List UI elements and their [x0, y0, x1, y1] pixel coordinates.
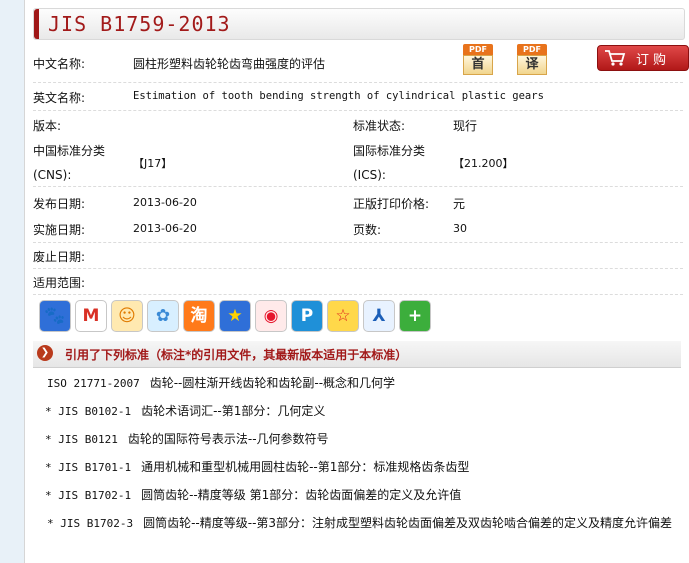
reference-item[interactable]: * JIS B1701-1 通用机械和重型机械用圆柱齿轮--第1部分：标准规格齿条… [45, 453, 685, 482]
title-bar: JIS B1759-2013 [33, 8, 685, 40]
pages-label: 页数: [353, 223, 382, 237]
weibo-icon[interactable]: ◉ [255, 300, 287, 332]
reference-title: 圆筒齿轮--精度等级 第1部分：齿轮齿面偏差的定义及允许值 [141, 488, 462, 502]
weibo-icon-glyph: ◉ [263, 306, 279, 326]
en-name-value: Estimation of tooth bending strength of … [133, 90, 544, 102]
reference-code: ISO 21771-2007 [47, 377, 140, 390]
pinterest-icon[interactable]: P [291, 300, 323, 332]
status-value: 现行 [453, 119, 478, 133]
reference-title: 齿轮--圆柱渐开线齿轮和齿轮副--概念和几何学 [149, 376, 396, 390]
cns-value: 【J17】 [133, 157, 173, 170]
ics-label: 国际标准分类 [353, 144, 426, 158]
price-value: 元 [453, 197, 466, 211]
reference-code: * JIS B0121 [45, 433, 118, 446]
pages-value: 30 [453, 222, 467, 235]
reference-title: 通用机械和重型机械用圆柱齿轮--第1部分：标准规格齿条齿型 [141, 460, 470, 474]
qzone-icon-glyph: ☺ [118, 306, 136, 326]
en-name-label: 英文名称: [33, 91, 86, 105]
title-accent [34, 9, 39, 39]
pdf-tag: PDF [463, 44, 493, 55]
reference-item[interactable]: ISO 21771-2007 齿轮--圆柱渐开线齿轮和齿轮副--概念和几何学 [47, 369, 687, 398]
more-plus-icon[interactable]: + [399, 300, 431, 332]
kaixin-icon[interactable]: ✿ [147, 300, 179, 332]
pdf-translate-button[interactable]: PDF 译 [517, 44, 547, 76]
reference-item[interactable]: * JIS B0121 齿轮的国际符号表示法--几何参数符号 [45, 425, 685, 454]
row-dates: 发布日期: 2013-06-20 正版打印价格: 元 实施日期: 2013-06… [33, 186, 683, 243]
baidu-paw-icon-glyph: 🐾 [44, 306, 66, 326]
kaixin-icon-glyph: ✿ [155, 306, 171, 326]
version-label: 版本: [33, 119, 62, 133]
pdf-translate-label: 译 [517, 55, 547, 75]
favorite-star-icon[interactable]: ★ [219, 300, 251, 332]
row-cn-name: 中文名称: 圆柱形塑料齿轮轮齿弯曲强度的评估 [33, 42, 683, 83]
implement-label: 实施日期: [33, 223, 86, 237]
reference-title: 齿轮术语词汇--第1部分：几何定义 [141, 404, 326, 418]
row-scope: 适用范围: [33, 268, 683, 295]
smiley-star-icon-glyph: ☆ [335, 306, 351, 326]
standard-title: JIS B1759-2013 [48, 12, 231, 36]
reference-title: 齿轮的国际符号表示法--几何参数符号 [127, 432, 329, 446]
cn-name-label: 中文名称: [33, 57, 86, 71]
favorite-star-icon-glyph: ★ [227, 306, 243, 326]
references-heading-bar: ❯ 引用了下列标准（标注*的引用文件，其最新版本适用于本标准） [33, 341, 681, 368]
status-label: 标准状态: [353, 119, 406, 133]
more-plus-icon-glyph: + [407, 306, 423, 326]
abolish-label: 废止日期: [33, 250, 86, 264]
reference-item[interactable]: * JIS B0102-1 齿轮术语词汇--第1部分：几何定义 [45, 397, 685, 426]
baidu-paw-icon[interactable]: 🐾 [39, 300, 71, 332]
taobao-icon[interactable]: 淘 [183, 300, 215, 332]
price-label: 正版打印价格: [353, 197, 430, 211]
smiley-star-icon[interactable]: ☆ [327, 300, 359, 332]
implement-value: 2013-06-20 [133, 222, 197, 235]
qzone-icon[interactable]: ☺ [111, 300, 143, 332]
gmail-icon-glyph: M [82, 306, 100, 326]
reference-item[interactable]: * JIS B1702-1 圆筒齿轮--精度等级 第1部分：齿轮齿面偏差的定义及允… [45, 481, 685, 510]
pdf-tag: PDF [517, 44, 547, 55]
taobao-icon-glyph: 淘 [190, 306, 208, 326]
chevron-right-icon: ❯ [37, 345, 53, 361]
order-button[interactable]: 订购 [597, 45, 689, 71]
standard-detail-panel: JIS B1759-2013 中文名称: 圆柱形塑料齿轮轮齿弯曲强度的评估 PD… [24, 0, 689, 563]
renren-icon-glyph: ⅄ [372, 306, 386, 326]
cns-label: 中国标准分类 [33, 144, 106, 158]
scope-label: 适用范围: [33, 276, 86, 290]
pdf-first-label: 首 [463, 55, 493, 75]
references-heading: 引用了下列标准（标注*的引用文件，其最新版本适用于本标准） [65, 348, 408, 362]
ics-value: 【21.200】 [453, 157, 514, 170]
reference-code: * JIS B1701-1 [45, 461, 132, 474]
reference-code: * JIS B0102-1 [45, 405, 132, 418]
publish-label: 发布日期: [33, 197, 86, 211]
row-classification: 版本: 标准状态: 现行 中国标准分类 (CNS): 【J17】 国际标准分类 … [33, 110, 683, 187]
cn-name-value: 圆柱形塑料齿轮轮齿弯曲强度的评估 [133, 57, 326, 71]
publish-value: 2013-06-20 [133, 196, 197, 209]
order-label: 订购 [636, 53, 671, 68]
cart-icon [605, 50, 626, 66]
gmail-icon[interactable]: M [75, 300, 107, 332]
cns-label-suffix: (CNS): [33, 168, 72, 182]
reference-code: * JIS B1702-1 [45, 489, 132, 502]
ics-label-suffix: (ICS): [353, 168, 386, 182]
pinterest-icon-glyph: P [300, 306, 314, 326]
reference-title: 圆筒齿轮--精度等级--第3部分：注射成型塑料齿轮齿面偏差及双齿轮啮合偏差的定义… [143, 516, 673, 530]
renren-icon[interactable]: ⅄ [363, 300, 395, 332]
row-en-name: 英文名称: Estimation of tooth bending streng… [33, 82, 683, 111]
pdf-first-button[interactable]: PDF 首 [463, 44, 493, 76]
reference-item[interactable]: * JIS B1702-3 圆筒齿轮--精度等级--第3部分：注射成型塑料齿轮齿面… [33, 509, 683, 538]
reference-code: * JIS B1702-3 [47, 517, 134, 530]
row-abolish: 废止日期: [33, 242, 683, 269]
